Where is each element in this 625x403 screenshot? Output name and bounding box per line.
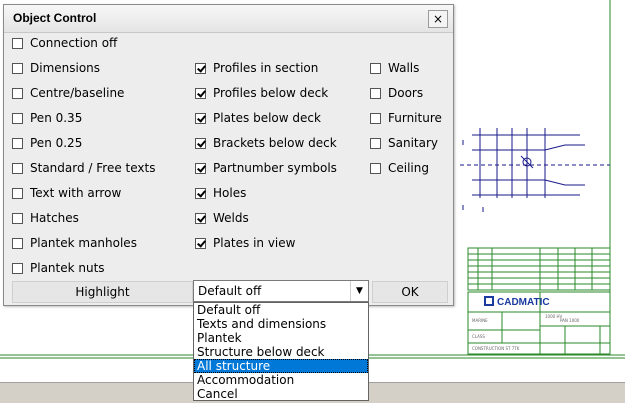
svg-text:CLASS: CLASS [472,334,485,339]
checkbox-furniture[interactable]: Furniture [370,110,442,126]
preset-dropdown-list: Default off Texts and dimensions Plantek… [193,302,369,401]
preset-option[interactable]: Structure below deck [194,345,368,359]
checkbox-plantek-nuts[interactable]: Plantek nuts [12,260,105,276]
chevron-down-icon[interactable]: ▼ [350,281,368,301]
checkbox-label: Text with arrow [30,186,122,200]
checkbox-pen-025[interactable]: Pen 0.25 [12,135,82,151]
checkbox-label: Walls [388,61,420,75]
checkbox-ceiling[interactable]: Ceiling [370,160,429,176]
checkbox-standard-free-texts[interactable]: Standard / Free texts [12,160,155,176]
checkbox-label: Plantek manholes [30,236,137,250]
close-button[interactable]: × [428,10,448,28]
checkbox-box[interactable] [12,187,23,199]
checkbox-centre-baseline[interactable]: Centre/baseline [12,85,124,101]
checkbox-box-checked[interactable] [195,162,206,174]
checkbox-plates-below-deck[interactable]: Plates below deck [195,110,321,126]
checkbox-label: Plates in view [213,236,296,250]
checkbox-box[interactable] [12,262,23,274]
checkbox-box-checked[interactable] [195,137,206,149]
checkbox-box-checked[interactable] [195,237,206,249]
checkbox-box[interactable] [12,112,23,124]
checkbox-label: Connection off [30,36,118,50]
checkbox-label: Hatches [30,211,79,225]
object-control-dialog: Object Control × Connection off Dimensio… [3,4,454,306]
checkbox-label: Dimensions [30,61,101,75]
checkbox-box[interactable] [370,87,381,99]
checkbox-label: Sanitary [388,136,439,150]
checkbox-label: Partnumber symbols [213,161,337,175]
dialog-titlebar[interactable]: Object Control × [4,5,453,33]
checkbox-label: Doors [388,86,424,100]
svg-text:PAN 1000: PAN 1000 [560,318,580,323]
cadmatic-logo-text: CADMATIC [497,297,550,308]
checkbox-label: Profiles in section [213,61,319,75]
ok-button[interactable]: OK [372,281,448,303]
checkbox-box[interactable] [12,212,23,224]
checkbox-box[interactable] [370,112,381,124]
svg-text:MARINE: MARINE [472,318,488,323]
checkbox-box[interactable] [370,62,381,74]
checkbox-profiles-in-section[interactable]: Profiles in section [195,60,318,76]
close-icon: × [432,12,444,26]
checkbox-box[interactable] [12,37,23,49]
checkbox-label: Pen 0.25 [30,136,83,150]
checkbox-doors[interactable]: Doors [370,85,423,101]
checkbox-box[interactable] [12,137,23,149]
checkbox-box-checked[interactable] [195,187,206,199]
checkbox-label: Plates below deck [213,111,321,125]
checkbox-label: Brackets below deck [213,136,337,150]
checkbox-pen-035[interactable]: Pen 0.35 [12,110,82,126]
checkbox-plates-in-view[interactable]: Plates in view [195,235,295,251]
checkbox-label: Centre/baseline [30,86,125,100]
checkbox-box[interactable] [12,237,23,249]
preset-select-value: Default off [198,284,262,298]
checkbox-welds[interactable]: Welds [195,210,249,226]
checkbox-hatches[interactable]: Hatches [12,210,79,226]
preset-option[interactable]: Accommodation [194,373,368,387]
checkbox-partnumber-symbols[interactable]: Partnumber symbols [195,160,337,176]
checkbox-box[interactable] [370,162,381,174]
checkbox-box-checked[interactable] [195,212,206,224]
checkbox-text-with-arrow[interactable]: Text with arrow [12,185,121,201]
checkbox-box[interactable] [370,137,381,149]
preset-option[interactable]: Default off [194,303,368,317]
svg-text:CONSTRUCTION ST 7TK: CONSTRUCTION ST 7TK [472,346,520,351]
checkbox-box-checked[interactable] [195,112,206,124]
checkbox-box[interactable] [12,87,23,99]
checkbox-box-checked[interactable] [195,87,206,99]
checkbox-holes[interactable]: Holes [195,185,246,201]
checkbox-label: Furniture [388,111,442,125]
dialog-title: Object Control [13,11,97,25]
checkbox-walls[interactable]: Walls [370,60,419,76]
checkbox-label: Standard / Free texts [30,161,156,175]
highlight-button[interactable]: Highlight [12,281,193,303]
checkbox-label: Plantek nuts [30,261,105,275]
checkbox-label: Welds [213,211,249,225]
checkbox-box[interactable] [12,162,23,174]
checkbox-connection-off[interactable]: Connection off [12,35,117,51]
preset-select[interactable]: Default off ▼ [193,280,369,302]
checkbox-label: Profiles below deck [213,86,329,100]
preset-option-highlighted[interactable]: All structure [194,359,368,373]
checkbox-label: Ceiling [388,161,429,175]
preset-option[interactable]: Cancel [194,387,368,401]
checkbox-plantek-manholes[interactable]: Plantek manholes [12,235,137,251]
checkbox-box[interactable] [12,62,23,74]
preset-option[interactable]: Plantek [194,331,368,345]
checkbox-sanitary[interactable]: Sanitary [370,135,438,151]
checkbox-label: Pen 0.35 [30,111,83,125]
checkbox-box-checked[interactable] [195,62,206,74]
preset-option[interactable]: Texts and dimensions [194,317,368,331]
checkbox-label: Holes [213,186,247,200]
checkbox-dimensions[interactable]: Dimensions [12,60,100,76]
checkbox-profiles-below-deck[interactable]: Profiles below deck [195,85,328,101]
checkbox-brackets-below-deck[interactable]: Brackets below deck [195,135,337,151]
